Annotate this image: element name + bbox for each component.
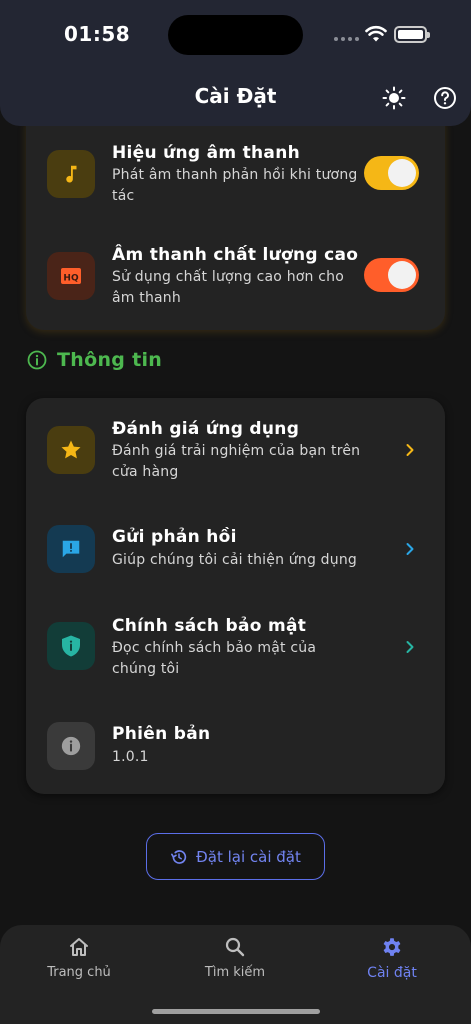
nav-label-settings: Cài đặt <box>367 965 417 981</box>
rate-app-row[interactable]: Đánh giá ứng dụng Đánh giá trải nghiệm c… <box>26 398 445 508</box>
svg-text:HQ: HQ <box>63 274 79 284</box>
send-feedback-title: Gửi phản hồi <box>112 527 237 547</box>
history-icon <box>171 849 187 864</box>
privacy-policy-row[interactable]: Chính sách bảo mật Đọc chính sách bảo mậ… <box>26 598 445 708</box>
feedback-icon <box>62 540 80 558</box>
send-feedback-icon-box <box>47 525 95 573</box>
music-note-icon <box>66 165 77 183</box>
sound-effects-toggle[interactable] <box>364 156 419 190</box>
rate-app-subtitle: Đánh giá trải nghiệm của bạn trên cửa hà… <box>112 443 361 480</box>
help-button[interactable] <box>431 84 459 112</box>
sound-effects-title: Hiệu ứng âm thanh <box>112 143 301 163</box>
info-section-title: Thông tin <box>57 349 163 371</box>
nav-label-home: Trang chủ <box>47 965 111 980</box>
battery-icon <box>394 26 430 43</box>
audio-settings-card: Hiệu ứng âm thanh Phát âm thanh phản hồi… <box>26 108 445 330</box>
nav-item-settings[interactable]: Cài đặt <box>332 935 452 981</box>
dynamic-island <box>168 15 303 55</box>
sun-icon <box>382 86 406 110</box>
send-feedback-row[interactable]: Gửi phản hồi Giúp chúng tôi cải thiện ứn… <box>26 508 445 598</box>
shield-icon <box>62 635 80 657</box>
version-icon-box <box>47 722 95 770</box>
privacy-policy-title: Chính sách bảo mật <box>112 616 307 636</box>
home-icon <box>70 938 88 956</box>
privacy-policy-icon-box <box>47 622 95 670</box>
reset-settings-button[interactable]: Đặt lại cài đặt <box>146 833 325 880</box>
chevron-right-icon <box>403 640 417 654</box>
high-quality-audio-toggle[interactable] <box>364 258 419 292</box>
chevron-right-icon <box>403 443 417 457</box>
sound-effects-subtitle: Phát âm thanh phản hồi khi tương tác <box>112 167 358 204</box>
chevron-right-icon <box>403 542 417 556</box>
info-section-header: Thông tin <box>27 349 162 371</box>
search-icon <box>225 937 245 957</box>
high-quality-audio-icon-box: HQ <box>47 252 95 300</box>
sound-effects-icon-box <box>47 150 95 198</box>
status-time: 01:58 <box>64 22 131 46</box>
theme-toggle-button[interactable] <box>380 84 408 112</box>
app-header: 01:58 Cài Đặt <box>0 0 471 126</box>
home-indicator <box>152 1009 320 1014</box>
hq-icon: HQ <box>61 268 81 284</box>
wifi-icon <box>365 25 387 42</box>
rate-app-icon-box <box>47 426 95 474</box>
nav-label-search: Tìm kiếm <box>204 965 266 980</box>
info-card: Đánh giá ứng dụng Đánh giá trải nghiệm c… <box>26 398 445 794</box>
info-icon <box>61 736 81 756</box>
gear-icon <box>383 938 401 956</box>
high-quality-audio-title: Âm thanh chất lượng cao <box>112 245 359 265</box>
version-row: Phiên bản 1.0.1 <box>26 708 445 794</box>
version-title: Phiên bản <box>112 724 211 744</box>
high-quality-audio-row: HQ Âm thanh chất lượng cao Sử dụng chất … <box>26 218 445 330</box>
star-icon <box>61 440 81 459</box>
send-feedback-subtitle: Giúp chúng tôi cải thiện ứng dụng <box>112 552 358 568</box>
rate-app-title: Đánh giá ứng dụng <box>112 419 300 439</box>
info-circle-icon <box>27 350 47 370</box>
cellular-signal-icon <box>334 37 359 41</box>
high-quality-audio-subtitle: Sử dụng chất lượng cao hơn cho âm thanh <box>112 269 344 306</box>
privacy-policy-subtitle: Đọc chính sách bảo mật của chúng tôi <box>112 640 317 677</box>
help-circle-icon <box>434 87 456 109</box>
nav-item-home[interactable]: Trang chủ <box>19 935 139 980</box>
version-value: 1.0.1 <box>112 749 149 765</box>
nav-item-search[interactable]: Tìm kiếm <box>175 935 295 980</box>
reset-settings-label: Đặt lại cài đặt <box>196 847 301 866</box>
